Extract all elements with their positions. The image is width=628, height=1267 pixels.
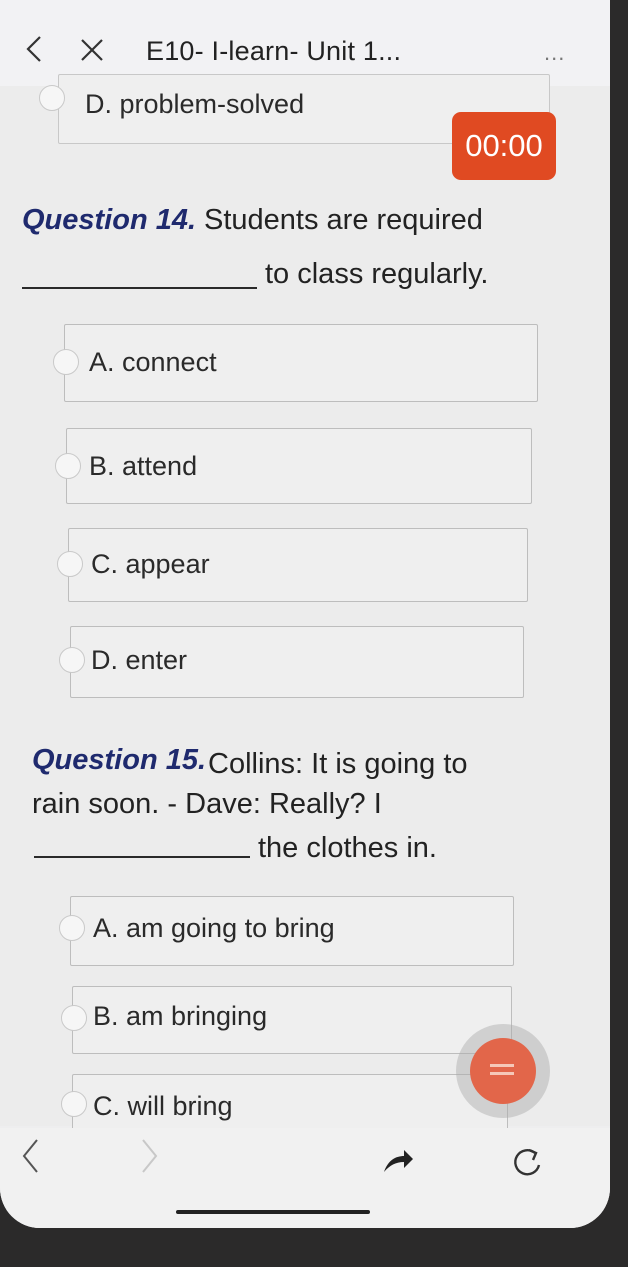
- chevron-left-icon[interactable]: [22, 34, 46, 64]
- browser-toolbar: [0, 1128, 610, 1228]
- option-14-b[interactable]: B. attend: [55, 428, 532, 504]
- radio-button[interactable]: [61, 1005, 87, 1031]
- option-14-a[interactable]: A. connect: [53, 324, 538, 402]
- question-15-label: Question 15.: [32, 744, 207, 776]
- option-label: C. will bring: [93, 1091, 233, 1121]
- phone-screen: E10- I-learn- Unit 1... ... D. problem-s…: [0, 0, 610, 1228]
- radio-button[interactable]: [61, 1091, 87, 1117]
- more-icon[interactable]: ...: [544, 40, 565, 66]
- radio-button[interactable]: [59, 915, 85, 941]
- radio-button[interactable]: [53, 349, 79, 375]
- answer-blank: [22, 287, 257, 289]
- question-14-text-line2: to class regularly.: [265, 258, 489, 290]
- option-label: A. connect: [89, 347, 217, 377]
- radio-button[interactable]: [39, 85, 65, 111]
- option-label: B. attend: [89, 451, 198, 481]
- close-icon[interactable]: [78, 36, 106, 64]
- radio-button[interactable]: [55, 453, 81, 479]
- option-label: B. am bringing: [93, 1001, 268, 1031]
- share-arrow-icon[interactable]: [382, 1146, 414, 1176]
- chevron-left-icon[interactable]: [20, 1136, 40, 1176]
- option-15-b[interactable]: B. am bringing: [61, 986, 512, 1054]
- quiz-content: [0, 86, 610, 1126]
- question-14-text-line1: Students are required: [204, 204, 483, 236]
- option-label: A. am going to bring: [93, 913, 335, 943]
- option-label: C. appear: [91, 549, 210, 579]
- radio-button[interactable]: [59, 647, 85, 673]
- timer-badge: 00:00: [452, 112, 556, 180]
- option-15-a[interactable]: A. am going to bring: [59, 896, 514, 966]
- option-label: D. enter: [91, 645, 188, 675]
- home-indicator: [176, 1210, 370, 1214]
- question-15-text-line1: Collins: It is going to: [208, 748, 468, 780]
- question-14-label: Question 14.: [22, 204, 197, 236]
- list-icon[interactable]: [470, 1038, 536, 1104]
- reload-icon[interactable]: [510, 1144, 546, 1180]
- option-14-d[interactable]: D. enter: [59, 626, 524, 698]
- option-14-c[interactable]: C. appear: [57, 528, 528, 602]
- radio-button[interactable]: [57, 551, 83, 577]
- answer-blank: [34, 856, 250, 858]
- page-title: E10- I-learn- Unit 1...: [146, 36, 402, 66]
- question-15-text-line3: the clothes in.: [258, 832, 437, 864]
- chevron-right-icon[interactable]: [140, 1136, 160, 1176]
- option-label: D. problem-solved: [85, 89, 305, 119]
- question-15-text-line2: rain soon. - Dave: Really? I: [32, 788, 382, 820]
